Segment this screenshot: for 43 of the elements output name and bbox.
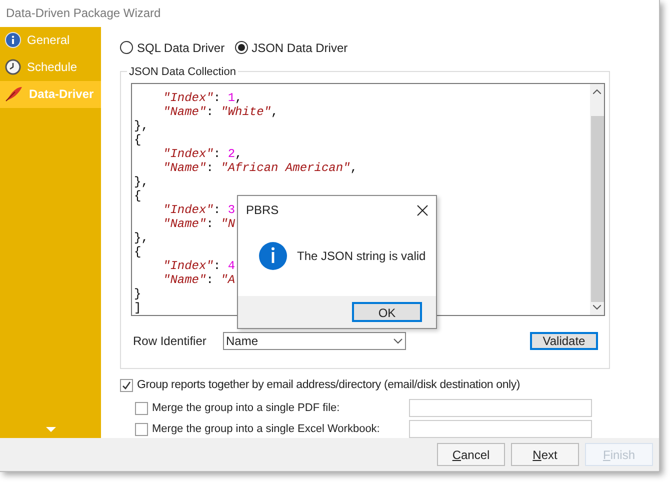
scrollbar[interactable] <box>590 84 604 315</box>
radio-option[interactable]: JSON Data Driver <box>234 38 348 57</box>
radio-option[interactable]: SQL Data Driver <box>120 38 225 57</box>
wizard-button[interactable]: Next <box>511 443 579 466</box>
clock-icon <box>5 59 21 76</box>
code-line: "Name": "N <box>163 216 236 231</box>
code-line: ] <box>134 300 142 315</box>
checkbox-label: Merge the group into a single Excel Workbook: <box>152 422 381 437</box>
row-identifier-dropdown[interactable]: Name <box>223 332 406 350</box>
code-line: "Index": 4 <box>163 258 236 273</box>
checkbox[interactable] <box>135 402 148 415</box>
code-line: }, <box>134 174 148 189</box>
code-line: } <box>134 286 142 301</box>
ok-button[interactable]: OK <box>352 302 422 322</box>
chevron-down-icon <box>393 338 403 344</box>
info-icon <box>259 242 287 270</box>
code-line: "Index": 1, <box>163 90 242 105</box>
code-line: "Name": "White", <box>163 104 278 119</box>
code-line: { <box>134 132 142 147</box>
dialog-message: The JSON string is valid <box>297 248 426 265</box>
code-line: "Name": "A <box>163 272 236 287</box>
close-icon[interactable] <box>417 204 428 216</box>
input-field[interactable] <box>409 420 592 438</box>
dialog-title: PBRS <box>246 202 279 219</box>
code-line: "Name": "African American", <box>163 160 358 175</box>
checkbox[interactable] <box>120 379 133 392</box>
scrollbar-thumb[interactable] <box>590 116 604 302</box>
code-line: { <box>134 244 142 259</box>
code-line: "Index": 2, <box>163 146 242 161</box>
checkbox[interactable] <box>135 422 148 436</box>
code-line: }, <box>134 118 148 133</box>
code-line: { <box>134 188 142 203</box>
checkbox-label: Group reports together by email address/directory (email/disk destination only) <box>137 378 520 393</box>
checkbox-label: Merge the group into a single PDF file: <box>152 400 341 416</box>
wizard-button[interactable]: Cancel <box>437 443 505 466</box>
validate-button[interactable]: Validate <box>530 332 598 350</box>
row-identifier-label: Row Identifier <box>133 332 208 350</box>
code-line: "Index": 3 <box>163 202 236 217</box>
input-field[interactable] <box>409 399 592 418</box>
window-title: Data-Driven Package Wizard <box>6 5 161 22</box>
quill-icon <box>5 86 23 102</box>
code-line: }, <box>134 230 148 245</box>
info-icon <box>5 32 21 48</box>
